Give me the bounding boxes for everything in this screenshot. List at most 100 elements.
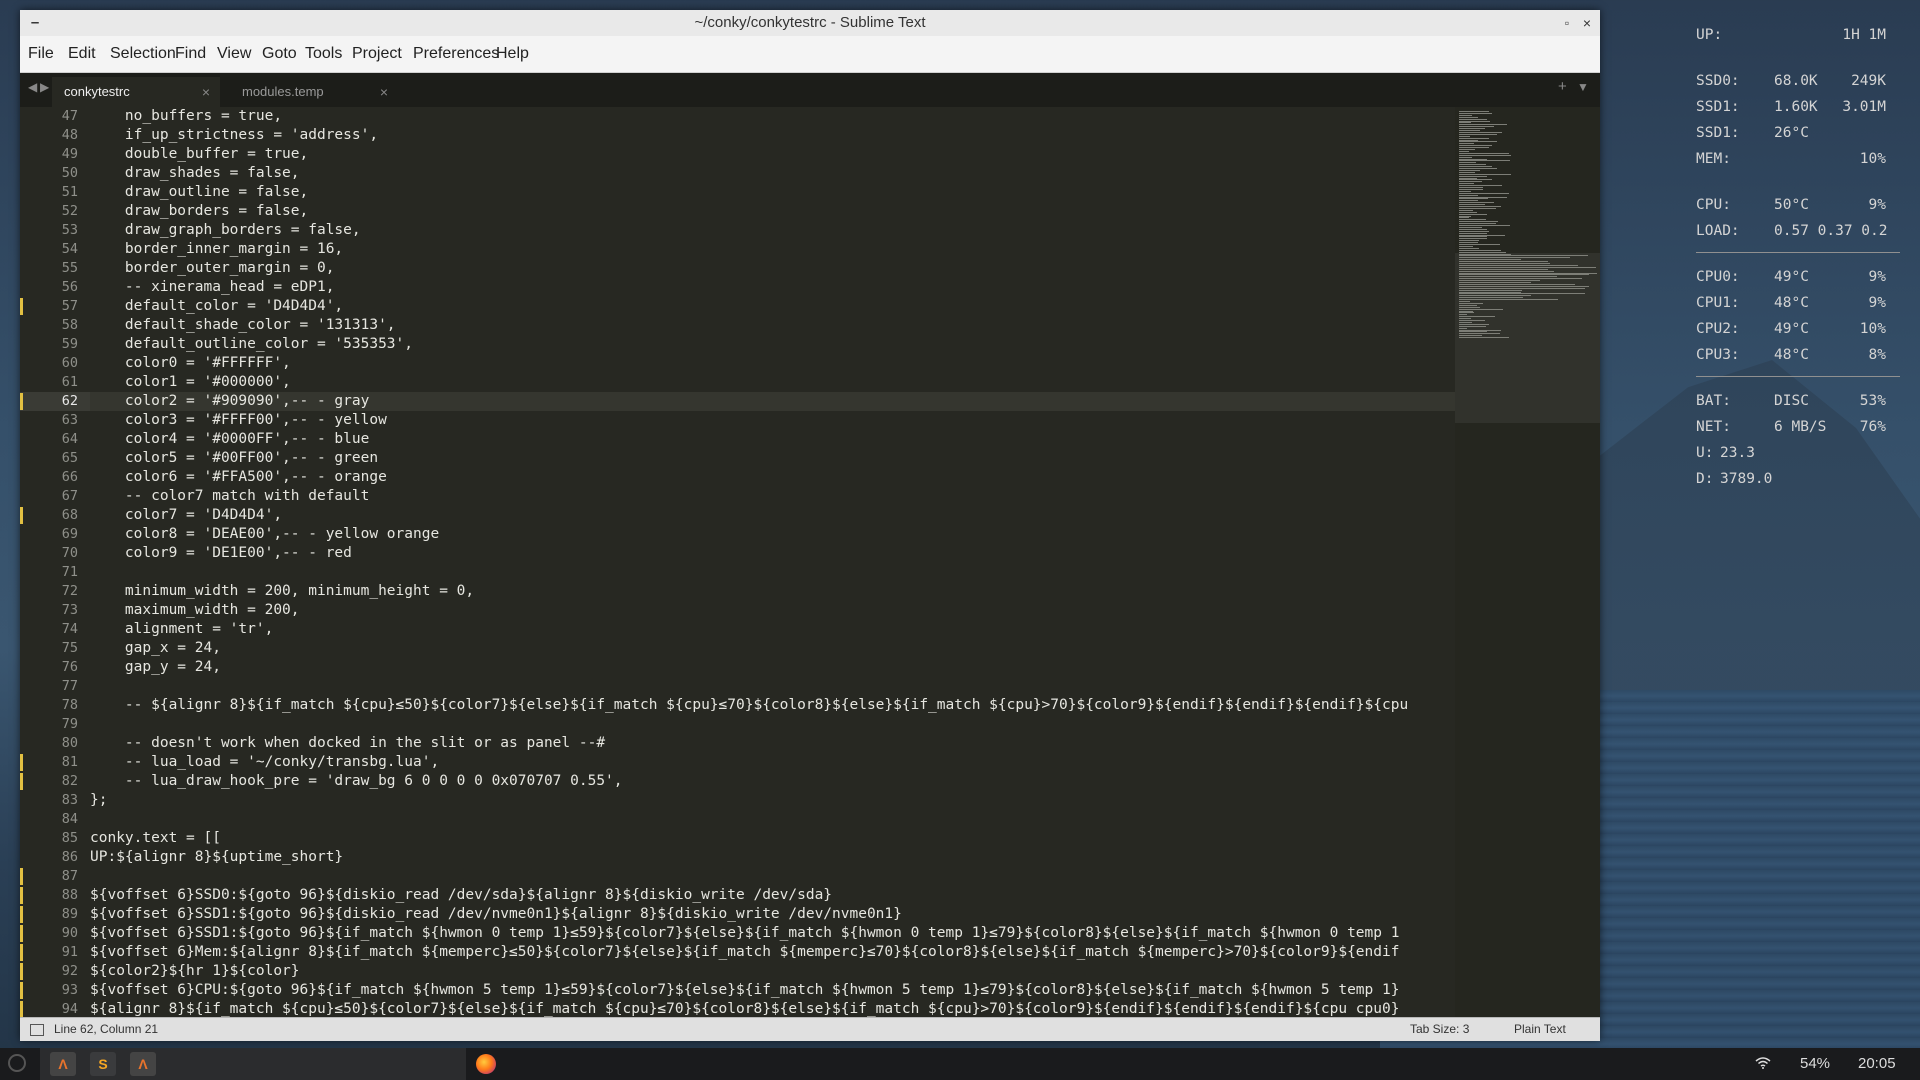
line-number-text: 90: [61, 925, 78, 941]
code-line[interactable]: draw_outline = false,: [90, 183, 1480, 202]
minimap-line: [1459, 312, 1475, 314]
line-number: 79: [20, 715, 90, 734]
code-line[interactable]: color6 = '#FFA500',-- - orange: [90, 468, 1480, 487]
maximize-button[interactable]: ▫: [1560, 10, 1574, 36]
title-bar[interactable]: – ~/conky/conkytestrc - Sublime Text ▫ ×: [20, 10, 1600, 36]
code-line[interactable]: if_up_strictness = 'address',: [90, 126, 1480, 145]
code-line[interactable]: ${voffset 6}SSD1:${goto 96}${diskio_read…: [90, 905, 1480, 924]
menu-goto[interactable]: Goto: [262, 36, 297, 72]
minimap-line: [1459, 162, 1476, 164]
battery-level[interactable]: 54%: [1800, 1048, 1830, 1080]
code-line[interactable]: color0 = '#FFFFFF',: [90, 354, 1480, 373]
code-line[interactable]: ${voffset 6}SSD0:${goto 96}${diskio_read…: [90, 886, 1480, 905]
code-line[interactable]: draw_borders = false,: [90, 202, 1480, 221]
code-line[interactable]: draw_graph_borders = false,: [90, 221, 1480, 240]
menu-file[interactable]: File: [28, 36, 54, 72]
code-line[interactable]: color5 = '#00FF00',-- - green: [90, 449, 1480, 468]
code-line[interactable]: [90, 867, 1480, 886]
minimize-button[interactable]: –: [28, 10, 42, 36]
line-number-text: 71: [61, 564, 78, 580]
minimap-line: [1459, 274, 1589, 276]
minimap-line: [1459, 327, 1468, 329]
menu-preferences[interactable]: Preferences: [413, 36, 499, 72]
code-line[interactable]: maximum_width = 200,: [90, 601, 1480, 620]
line-number-text: 83: [61, 792, 78, 808]
code-line[interactable]: [90, 810, 1480, 829]
code-line[interactable]: [90, 715, 1480, 734]
minimap-line: [1459, 331, 1488, 333]
minimap-line: [1459, 325, 1486, 327]
menu-tools[interactable]: Tools: [305, 36, 342, 72]
code-line[interactable]: ${voffset 6}SSD1:${goto 96}${if_match ${…: [90, 924, 1480, 943]
code-line[interactable]: ${alignr 8}${if_match ${cpu}≤50}${color7…: [90, 1000, 1480, 1017]
tab-list-icon[interactable]: ▼: [1577, 80, 1589, 94]
code-line[interactable]: no_buffers = true,: [90, 107, 1480, 126]
close-button[interactable]: ×: [1580, 10, 1594, 36]
panel-toggle-icon[interactable]: [30, 1024, 44, 1036]
code-line[interactable]: default_outline_color = '535353',: [90, 335, 1480, 354]
modified-line-marker: [20, 944, 23, 961]
conky-value-right: 1H 1M: [1842, 27, 1886, 43]
code-line[interactable]: gap_x = 24,: [90, 639, 1480, 658]
code-line[interactable]: color7 = 'D4D4D4',: [90, 506, 1480, 525]
tab-next-icon[interactable]: ▶: [40, 80, 49, 94]
firefox-icon[interactable]: [476, 1054, 496, 1074]
menu-edit[interactable]: Edit: [68, 36, 96, 72]
code-line[interactable]: conky.text = [[: [90, 829, 1480, 848]
code-line[interactable]: ${voffset 6}Mem:${alignr 8}${if_match ${…: [90, 943, 1480, 962]
line-number: 53: [20, 221, 90, 240]
code-line[interactable]: -- lua_draw_hook_pre = 'draw_bg 6 0 0 0 …: [90, 772, 1480, 791]
code-line[interactable]: ${color2}${hr 1}${color}: [90, 962, 1480, 981]
code-line[interactable]: color1 = '#000000',: [90, 373, 1480, 392]
code-line[interactable]: double_buffer = true,: [90, 145, 1480, 164]
menu-help[interactable]: Help: [496, 36, 529, 72]
code-line[interactable]: -- color7 match with default: [90, 487, 1480, 506]
code-line[interactable]: -- xinerama_head = eDP1,: [90, 278, 1480, 297]
code-line[interactable]: alignment = 'tr',: [90, 620, 1480, 639]
code-line[interactable]: minimum_width = 200, minimum_height = 0,: [90, 582, 1480, 601]
wifi-icon[interactable]: [1755, 1048, 1771, 1080]
code-line[interactable]: };: [90, 791, 1480, 810]
code-line[interactable]: draw_shades = false,: [90, 164, 1480, 183]
tab-conkytestrc[interactable]: conkytestrc ×: [52, 77, 220, 107]
terminal-b-icon[interactable]: Λ: [130, 1052, 156, 1076]
code-line[interactable]: color4 = '#0000FF',-- - blue: [90, 430, 1480, 449]
tab-prev-icon[interactable]: ◀: [28, 80, 37, 94]
minimap-line: [1459, 299, 1559, 301]
code-line[interactable]: color8 = 'DEAE00',-- - yellow orange: [90, 525, 1480, 544]
minimap[interactable]: [1455, 107, 1600, 1017]
minimap-line: [1459, 179, 1492, 181]
clock[interactable]: 20:05: [1858, 1048, 1896, 1080]
menu-project[interactable]: Project: [352, 36, 402, 72]
code-line[interactable]: -- lua_load = '~/conky/transbg.lua',: [90, 753, 1480, 772]
code-line[interactable]: color2 = '#909090',-- - gray: [90, 392, 1480, 411]
tab-size-selector[interactable]: Tab Size: 3: [1410, 1018, 1469, 1041]
menu-find[interactable]: Find: [175, 36, 206, 72]
code-line[interactable]: border_outer_margin = 0,: [90, 259, 1480, 278]
code-line[interactable]: gap_y = 24,: [90, 658, 1480, 677]
code-editor[interactable]: no_buffers = true, if_up_strictness = 'a…: [90, 107, 1480, 1017]
code-line[interactable]: border_inner_margin = 16,: [90, 240, 1480, 259]
code-line[interactable]: -- ${alignr 8}${if_match ${cpu}≤50}${col…: [90, 696, 1480, 715]
tab-modules-temp[interactable]: modules.temp ×: [230, 77, 398, 107]
app-menu-icon[interactable]: [8, 1054, 26, 1072]
code-line[interactable]: [90, 563, 1480, 582]
task-list: ΛSΛ: [40, 1048, 466, 1080]
code-line[interactable]: [90, 677, 1480, 696]
terminal-a-icon[interactable]: Λ: [50, 1052, 76, 1076]
menu-view[interactable]: View: [217, 36, 251, 72]
code-line[interactable]: color9 = 'DE1E00',-- - red: [90, 544, 1480, 563]
code-line[interactable]: -- doesn't work when docked in the slit …: [90, 734, 1480, 753]
syntax-selector[interactable]: Plain Text: [1514, 1018, 1566, 1041]
menu-selection[interactable]: Selection: [110, 36, 176, 72]
code-line[interactable]: color3 = '#FFFF00',-- - yellow: [90, 411, 1480, 430]
code-line[interactable]: default_color = 'D4D4D4',: [90, 297, 1480, 316]
minimap-line: [1459, 306, 1481, 308]
sublime-text-icon[interactable]: S: [90, 1052, 116, 1076]
code-line[interactable]: default_shade_color = '131313',: [90, 316, 1480, 335]
tab-close-icon[interactable]: ×: [380, 77, 388, 107]
new-tab-icon[interactable]: +: [1558, 78, 1567, 95]
tab-close-icon[interactable]: ×: [202, 77, 210, 107]
code-line[interactable]: ${voffset 6}CPU:${goto 96}${if_match ${h…: [90, 981, 1480, 1000]
code-line[interactable]: UP:${alignr 8}${uptime_short}: [90, 848, 1480, 867]
